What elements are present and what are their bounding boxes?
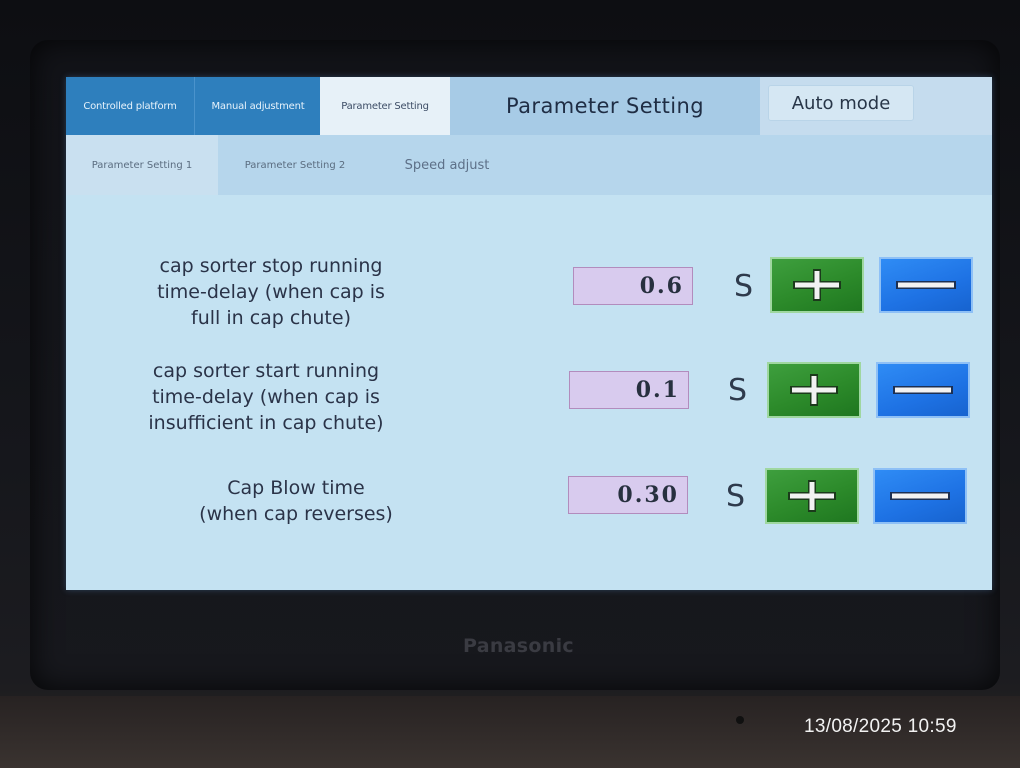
param-label-stop-delay: cap sorter stop running time-delay (when…: [157, 255, 385, 329]
param-unit-cap-blow-time: S: [726, 479, 746, 514]
param-label-start-delay: cap sorter start running time-delay (whe…: [148, 360, 384, 434]
plus-icon: [793, 269, 841, 301]
tab-parameter-setting[interactable]: Parameter Setting: [320, 77, 450, 135]
decrement-button-start-delay[interactable]: [876, 362, 970, 418]
screw-hole: [736, 716, 744, 724]
increment-button-stop-delay[interactable]: [770, 257, 864, 313]
param-unit-stop-delay: S: [734, 269, 754, 304]
param-unit-start-delay: S: [728, 373, 748, 408]
minus-icon: [890, 492, 950, 500]
increment-button-cap-blow-time[interactable]: [765, 468, 859, 524]
brand-logo: Panasonic: [463, 635, 574, 657]
mode-indicator-button[interactable]: Auto mode: [768, 85, 914, 121]
decrement-button-cap-blow-time[interactable]: [873, 468, 967, 524]
param-value-start-delay[interactable]: 0.1: [569, 371, 689, 409]
param-value-stop-delay[interactable]: 0.6: [573, 267, 693, 305]
tab-manual-adjustment[interactable]: Manual adjustment: [194, 77, 321, 135]
minus-icon: [893, 386, 953, 394]
tab-speed-adjust[interactable]: Speed adjust: [372, 135, 522, 195]
param-label-cap-blow-time: Cap Blow time (when cap reverses): [199, 477, 393, 525]
minus-icon: [896, 281, 956, 289]
increment-button-start-delay[interactable]: [767, 362, 861, 418]
plus-icon: [788, 480, 836, 512]
plus-icon: [790, 374, 838, 406]
tab-parameter-setting-1[interactable]: Parameter Setting 1: [66, 135, 218, 195]
photo-timestamp: 13/08/2025 10:59: [804, 716, 957, 737]
decrement-button-stop-delay[interactable]: [879, 257, 973, 313]
tab-controlled-platform[interactable]: Controlled platform: [66, 77, 194, 135]
hmi-screen: Controlled platform Manual adjustment Pa…: [66, 77, 992, 590]
param-value-cap-blow-time[interactable]: 0.30: [568, 476, 688, 514]
page-title: Parameter Setting: [450, 77, 760, 135]
tab-parameter-setting-2[interactable]: Parameter Setting 2: [218, 135, 372, 195]
